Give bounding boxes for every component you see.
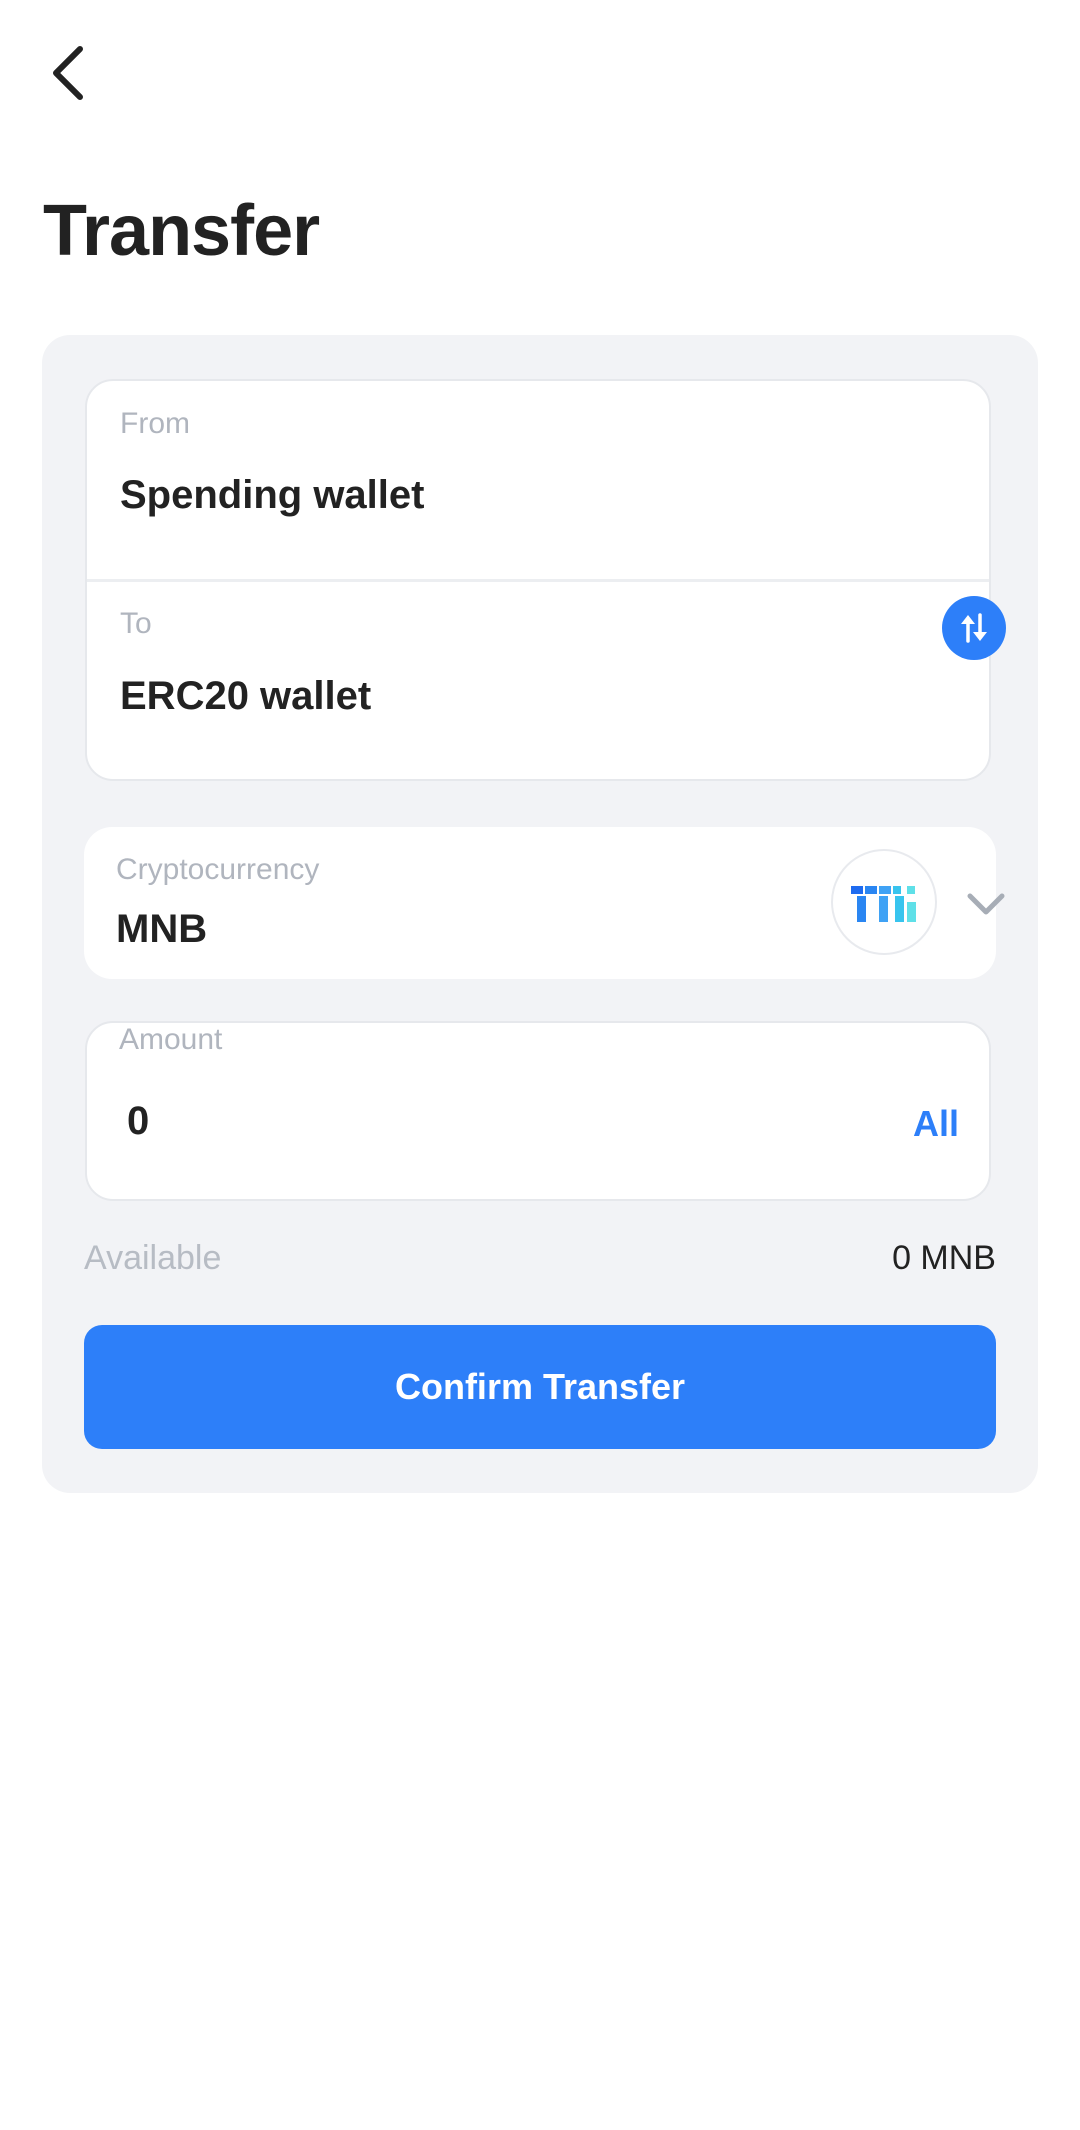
chevron-left-icon [53, 46, 83, 100]
page-title: Transfer [43, 191, 320, 271]
amount-input[interactable] [127, 1089, 827, 1153]
wallet-divider [87, 579, 989, 582]
back-button[interactable] [38, 38, 98, 108]
from-label: From [120, 407, 190, 440]
chevron-down-icon [964, 883, 1008, 927]
wallet-selector-card: From Spending wallet To ERC20 wallet [85, 379, 1006, 781]
swap-wallets-button[interactable] [942, 596, 1006, 660]
all-button[interactable]: All [913, 1103, 959, 1145]
amount-label: Amount [119, 1023, 223, 1056]
to-label: To [120, 607, 152, 640]
to-wallet-value[interactable]: ERC20 wallet [120, 674, 371, 719]
available-balance: 0 MNB [892, 1239, 996, 1277]
confirm-transfer-button[interactable]: Confirm Transfer [84, 1325, 996, 1449]
amount-card: Amount All [85, 1021, 991, 1201]
cryptocurrency-selector[interactable]: Cryptocurrency MNB [84, 827, 1005, 979]
available-label: Available [84, 1239, 222, 1277]
cryptocurrency-value: MNB [116, 907, 208, 951]
swap-arrows-icon [961, 613, 987, 643]
cryptocurrency-label: Cryptocurrency [116, 853, 320, 886]
transfer-panel: From Spending wallet To ERC20 wallet Cry… [42, 335, 1038, 1493]
from-wallet-value[interactable]: Spending wallet [120, 473, 424, 518]
mnb-coin-icon [831, 849, 937, 955]
